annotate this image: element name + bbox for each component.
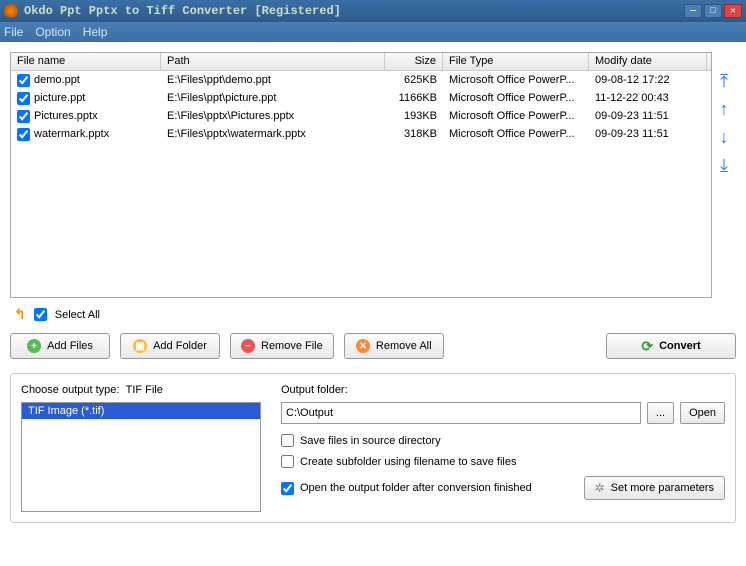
table-header: File name Path Size File Type Modify dat… xyxy=(11,53,711,71)
remove-all-button[interactable]: ✕ Remove All xyxy=(344,333,444,359)
table-row[interactable]: demo.ppt E:\Files\ppt\demo.ppt625KBMicros… xyxy=(11,71,711,89)
file-size: 625KB xyxy=(385,73,443,87)
file-size: 318KB xyxy=(385,127,443,141)
subfolder-checkbox[interactable] xyxy=(281,455,294,468)
file-date: 09-09-23 11:51 xyxy=(589,127,707,141)
minimize-button[interactable]: — xyxy=(684,4,702,18)
add-files-button[interactable]: + Add Files xyxy=(10,333,110,359)
remove-file-label: Remove File xyxy=(261,340,323,352)
output-folder-input[interactable] xyxy=(281,402,641,424)
maximize-button[interactable]: □ xyxy=(704,4,722,18)
options-panel: Choose output type: TIF File TIF Image (… xyxy=(10,373,736,523)
save-source-checkbox[interactable] xyxy=(281,434,294,447)
row-checkbox[interactable] xyxy=(17,92,30,105)
gear-icon: ✲ xyxy=(595,481,605,495)
select-all-row: ↰ Select All xyxy=(14,306,736,323)
row-checkbox[interactable] xyxy=(17,74,30,87)
menubar: File Option Help xyxy=(0,22,746,42)
close-button[interactable]: ✕ xyxy=(724,4,742,18)
menu-file[interactable]: File xyxy=(4,25,23,39)
output-folder-label: Output folder: xyxy=(281,384,725,396)
add-files-label: Add Files xyxy=(47,340,93,352)
convert-button[interactable]: ⟳ Convert xyxy=(606,333,736,359)
file-name: demo.ppt xyxy=(34,74,80,86)
set-params-label: Set more parameters xyxy=(611,482,714,494)
move-down-icon[interactable]: ↓ xyxy=(720,128,729,146)
browse-button[interactable]: ... xyxy=(647,402,674,424)
app-icon xyxy=(4,4,18,18)
file-path: E:\Files\pptx\watermark.pptx xyxy=(161,127,385,141)
file-name: watermark.pptx xyxy=(34,128,109,140)
folder-icon: ▣ xyxy=(133,339,147,353)
file-date: 09-09-23 11:51 xyxy=(589,109,707,123)
output-type-list[interactable]: TIF Image (*.tif) xyxy=(21,402,261,512)
file-size: 193KB xyxy=(385,109,443,123)
save-source-label: Save files in source directory xyxy=(300,435,441,447)
convert-icon: ⟳ xyxy=(641,338,653,355)
row-checkbox[interactable] xyxy=(17,128,30,141)
move-up-icon[interactable]: ↑ xyxy=(720,100,729,118)
add-folder-button[interactable]: ▣ Add Folder xyxy=(120,333,220,359)
col-header-type[interactable]: File Type xyxy=(443,53,589,70)
open-after-checkbox[interactable] xyxy=(281,482,294,495)
titlebar: Okdo Ppt Pptx to Tiff Converter [Registe… xyxy=(0,0,746,22)
move-bottom-icon[interactable]: ⤓ xyxy=(720,156,728,174)
file-path: E:\Files\pptx\Pictures.pptx xyxy=(161,109,385,123)
file-size: 1166KB xyxy=(385,91,443,105)
open-after-label: Open the output folder after conversion … xyxy=(300,482,532,494)
file-name: picture.ppt xyxy=(34,92,85,104)
row-checkbox[interactable] xyxy=(17,110,30,123)
file-path: E:\Files\ppt\picture.ppt xyxy=(161,91,385,105)
window-title: Okdo Ppt Pptx to Tiff Converter [Registe… xyxy=(24,4,341,18)
select-all-label: Select All xyxy=(55,309,100,321)
file-path: E:\Files\ppt\demo.ppt xyxy=(161,73,385,87)
minus-icon: − xyxy=(241,339,255,353)
reorder-arrows: ⤒ ↑ ↓ ⤓ xyxy=(712,52,736,298)
col-header-name[interactable]: File name xyxy=(11,53,161,70)
set-params-button[interactable]: ✲ Set more parameters xyxy=(584,476,725,500)
main-panel: File name Path Size File Type Modify dat… xyxy=(0,42,746,533)
menu-help[interactable]: Help xyxy=(83,25,108,39)
col-header-path[interactable]: Path xyxy=(161,53,385,70)
table-row[interactable]: picture.ppt E:\Files\ppt\picture.ppt1166K… xyxy=(11,89,711,107)
file-type: Microsoft Office PowerP... xyxy=(443,109,589,123)
remove-file-button[interactable]: − Remove File xyxy=(230,333,334,359)
table-row[interactable]: Pictures.pptx E:\Files\pptx\Pictures.pptx… xyxy=(11,107,711,125)
subfolder-label: Create subfolder using filename to save … xyxy=(300,456,516,468)
file-type: Microsoft Office PowerP... xyxy=(443,73,589,87)
add-folder-label: Add Folder xyxy=(153,340,207,352)
x-icon: ✕ xyxy=(356,339,370,353)
move-top-icon[interactable]: ⤒ xyxy=(720,72,728,90)
col-header-date[interactable]: Modify date xyxy=(589,53,707,70)
type-option-tif[interactable]: TIF Image (*.tif) xyxy=(22,403,260,419)
file-date: 11-12-22 00:43 xyxy=(589,91,707,105)
folder-up-icon[interactable]: ↰ xyxy=(14,306,26,323)
file-type: Microsoft Office PowerP... xyxy=(443,91,589,105)
output-type-label: Choose output type: TIF File xyxy=(21,384,261,396)
menu-option[interactable]: Option xyxy=(35,25,70,39)
file-table: File name Path Size File Type Modify dat… xyxy=(10,52,712,298)
select-all-checkbox[interactable] xyxy=(34,308,47,321)
file-name: Pictures.pptx xyxy=(34,110,98,122)
col-header-size[interactable]: Size xyxy=(385,53,443,70)
plus-icon: + xyxy=(27,339,41,353)
file-date: 09-08-12 17:22 xyxy=(589,73,707,87)
action-buttons: + Add Files ▣ Add Folder − Remove File ✕… xyxy=(10,333,736,359)
remove-all-label: Remove All xyxy=(376,340,432,352)
file-type: Microsoft Office PowerP... xyxy=(443,127,589,141)
open-button[interactable]: Open xyxy=(680,402,725,424)
convert-label: Convert xyxy=(659,340,701,352)
table-row[interactable]: watermark.pptx E:\Files\pptx\watermark.pp… xyxy=(11,125,711,143)
